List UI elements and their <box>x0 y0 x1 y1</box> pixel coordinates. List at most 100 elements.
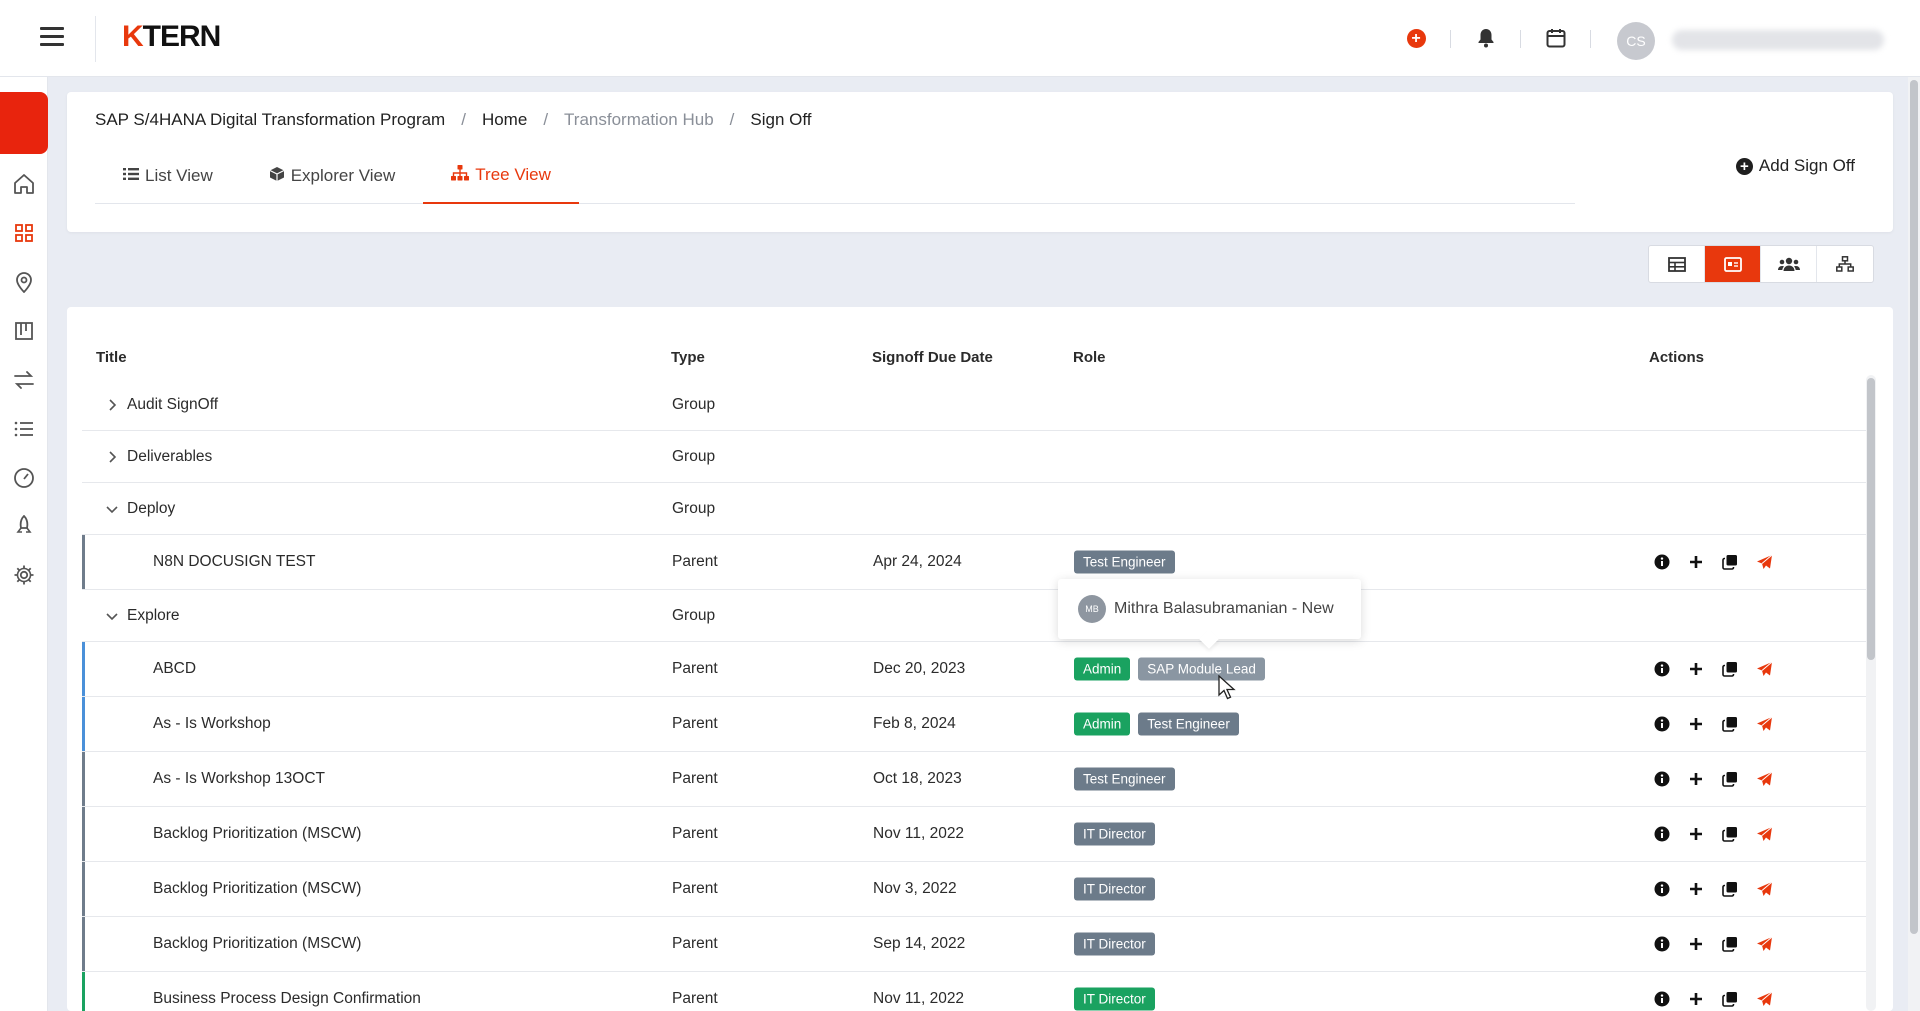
send-icon[interactable] <box>1754 989 1774 1009</box>
info-icon[interactable] <box>1652 879 1672 899</box>
add-icon[interactable] <box>1686 879 1706 899</box>
table-row[interactable]: N8N DOCUSIGN TEST Parent Apr 24, 2024 Test … <box>82 535 1867 590</box>
send-icon[interactable] <box>1754 824 1774 844</box>
row-title[interactable]: ABCD <box>153 660 196 678</box>
add-icon[interactable] <box>1686 714 1706 734</box>
table-row[interactable]: As - Is Workshop Parent Feb 8, 2024 Admin Te… <box>82 697 1867 752</box>
info-icon[interactable] <box>1652 769 1672 789</box>
breadcrumb-home[interactable]: Home <box>482 110 527 130</box>
row-title[interactable]: Backlog Prioritization (MSCW) <box>153 935 361 953</box>
role-badge[interactable]: IT Director <box>1074 877 1155 901</box>
role-badge[interactable]: SAP Module Lead <box>1138 657 1265 681</box>
breadcrumb-program[interactable]: SAP S/4HANA Digital Transformation Progr… <box>95 110 445 130</box>
role-badge[interactable]: IT Director <box>1074 822 1155 846</box>
row-accent-bar <box>82 807 85 861</box>
chevron-down-icon[interactable] <box>105 502 119 516</box>
table-row[interactable]: Backlog Prioritization (MSCW) Parent Sep 1… <box>82 917 1867 972</box>
row-accent-bar <box>82 917 85 971</box>
page-scrollbar[interactable] <box>1910 80 1918 934</box>
role-badge[interactable]: IT Director <box>1074 932 1155 956</box>
row-accent-bar <box>82 862 85 916</box>
bell-icon[interactable] <box>1474 26 1498 50</box>
breadcrumb-transformation-hub[interactable]: Transformation Hub <box>564 110 714 130</box>
tab-tree-view[interactable]: Tree View <box>423 148 579 204</box>
group-row[interactable]: Audit SignOff Group <box>82 379 1867 431</box>
info-icon[interactable] <box>1652 989 1672 1009</box>
menu-icon[interactable] <box>40 27 64 47</box>
transfer-icon[interactable] <box>12 368 36 392</box>
send-icon[interactable] <box>1754 659 1774 679</box>
table-row[interactable]: Backlog Prioritization (MSCW) Parent Nov 1… <box>82 807 1867 862</box>
row-title[interactable]: N8N DOCUSIGN TEST <box>153 553 316 571</box>
row-title[interactable]: As - Is Workshop <box>153 715 271 733</box>
calendar-icon[interactable] <box>1544 26 1568 50</box>
add-icon[interactable] <box>1686 824 1706 844</box>
role-badge[interactable]: IT Director <box>1074 987 1155 1011</box>
users-view-button[interactable] <box>1761 246 1817 282</box>
row-title[interactable]: As - Is Workshop 13OCT <box>153 770 325 788</box>
table-scrollbar[interactable] <box>1867 378 1875 660</box>
role-badge[interactable]: Admin <box>1074 657 1131 681</box>
user-name-blurred[interactable] <box>1672 30 1884 50</box>
role-badge[interactable]: Test Engineer <box>1138 712 1239 736</box>
tree-view-button[interactable] <box>1817 246 1873 282</box>
info-icon[interactable] <box>1652 824 1672 844</box>
copy-icon[interactable] <box>1720 824 1740 844</box>
copy-icon[interactable] <box>1720 659 1740 679</box>
group-row[interactable]: Explore Group <box>82 590 1867 642</box>
card-view-button[interactable] <box>1705 246 1761 282</box>
role-badge[interactable]: Admin <box>1074 712 1131 736</box>
add-sign-off-button[interactable]: + Add Sign Off <box>1735 156 1855 176</box>
group-row[interactable]: Deliverables Group <box>82 431 1867 483</box>
gear-icon[interactable] <box>12 563 36 587</box>
app-logo[interactable]: KTERN <box>122 20 221 54</box>
gauge-icon[interactable] <box>12 466 36 490</box>
send-icon[interactable] <box>1754 879 1774 899</box>
board-icon[interactable] <box>12 319 36 343</box>
rocket-icon[interactable] <box>12 514 36 538</box>
add-icon[interactable] <box>1686 769 1706 789</box>
table-row[interactable]: Business Process Design Confirmation Pare… <box>82 972 1867 1011</box>
copy-icon[interactable] <box>1720 879 1740 899</box>
copy-icon[interactable] <box>1720 934 1740 954</box>
send-icon[interactable] <box>1754 934 1774 954</box>
location-pin-icon[interactable] <box>12 270 36 294</box>
row-roles: IT Director <box>1074 932 1163 956</box>
dashboard-grid-icon[interactable] <box>12 221 36 245</box>
row-title[interactable]: Business Process Design Confirmation <box>153 990 421 1008</box>
role-badge[interactable]: Test Engineer <box>1074 767 1175 791</box>
chevron-right-icon[interactable] <box>105 450 119 464</box>
send-icon[interactable] <box>1754 552 1774 572</box>
info-icon[interactable] <box>1652 714 1672 734</box>
list-icon[interactable] <box>12 417 36 441</box>
add-icon[interactable] <box>1686 989 1706 1009</box>
info-icon[interactable] <box>1652 934 1672 954</box>
info-icon[interactable] <box>1652 659 1672 679</box>
row-title[interactable]: Backlog Prioritization (MSCW) <box>153 880 361 898</box>
role-badge[interactable]: Test Engineer <box>1074 550 1175 574</box>
add-circle-icon[interactable]: + <box>1404 26 1428 50</box>
add-icon[interactable] <box>1686 934 1706 954</box>
chevron-down-icon[interactable] <box>105 609 119 623</box>
add-icon[interactable] <box>1686 659 1706 679</box>
copy-icon[interactable] <box>1720 989 1740 1009</box>
chevron-right-icon[interactable] <box>105 398 119 412</box>
send-icon[interactable] <box>1754 769 1774 789</box>
row-title[interactable]: Backlog Prioritization (MSCW) <box>153 825 361 843</box>
row-type: Parent <box>672 825 718 842</box>
table-row[interactable]: Backlog Prioritization (MSCW) Parent Nov 3… <box>82 862 1867 917</box>
add-icon[interactable] <box>1686 552 1706 572</box>
copy-icon[interactable] <box>1720 714 1740 734</box>
tab-list-view[interactable]: List View <box>95 148 241 204</box>
tab-explorer-view[interactable]: Explorer View <box>241 148 424 204</box>
info-icon[interactable] <box>1652 552 1672 572</box>
table-row[interactable]: As - Is Workshop 13OCT Parent Oct 18, 2023… <box>82 752 1867 807</box>
copy-icon[interactable] <box>1720 769 1740 789</box>
table-row[interactable]: ABCD Parent Dec 20, 2023 Admin SAP Module Le… <box>82 642 1867 697</box>
home-icon[interactable] <box>12 172 36 196</box>
group-row[interactable]: Deploy Group <box>82 483 1867 535</box>
table-view-button[interactable] <box>1649 246 1705 282</box>
user-avatar[interactable]: CS <box>1617 22 1655 60</box>
copy-icon[interactable] <box>1720 552 1740 572</box>
send-icon[interactable] <box>1754 714 1774 734</box>
